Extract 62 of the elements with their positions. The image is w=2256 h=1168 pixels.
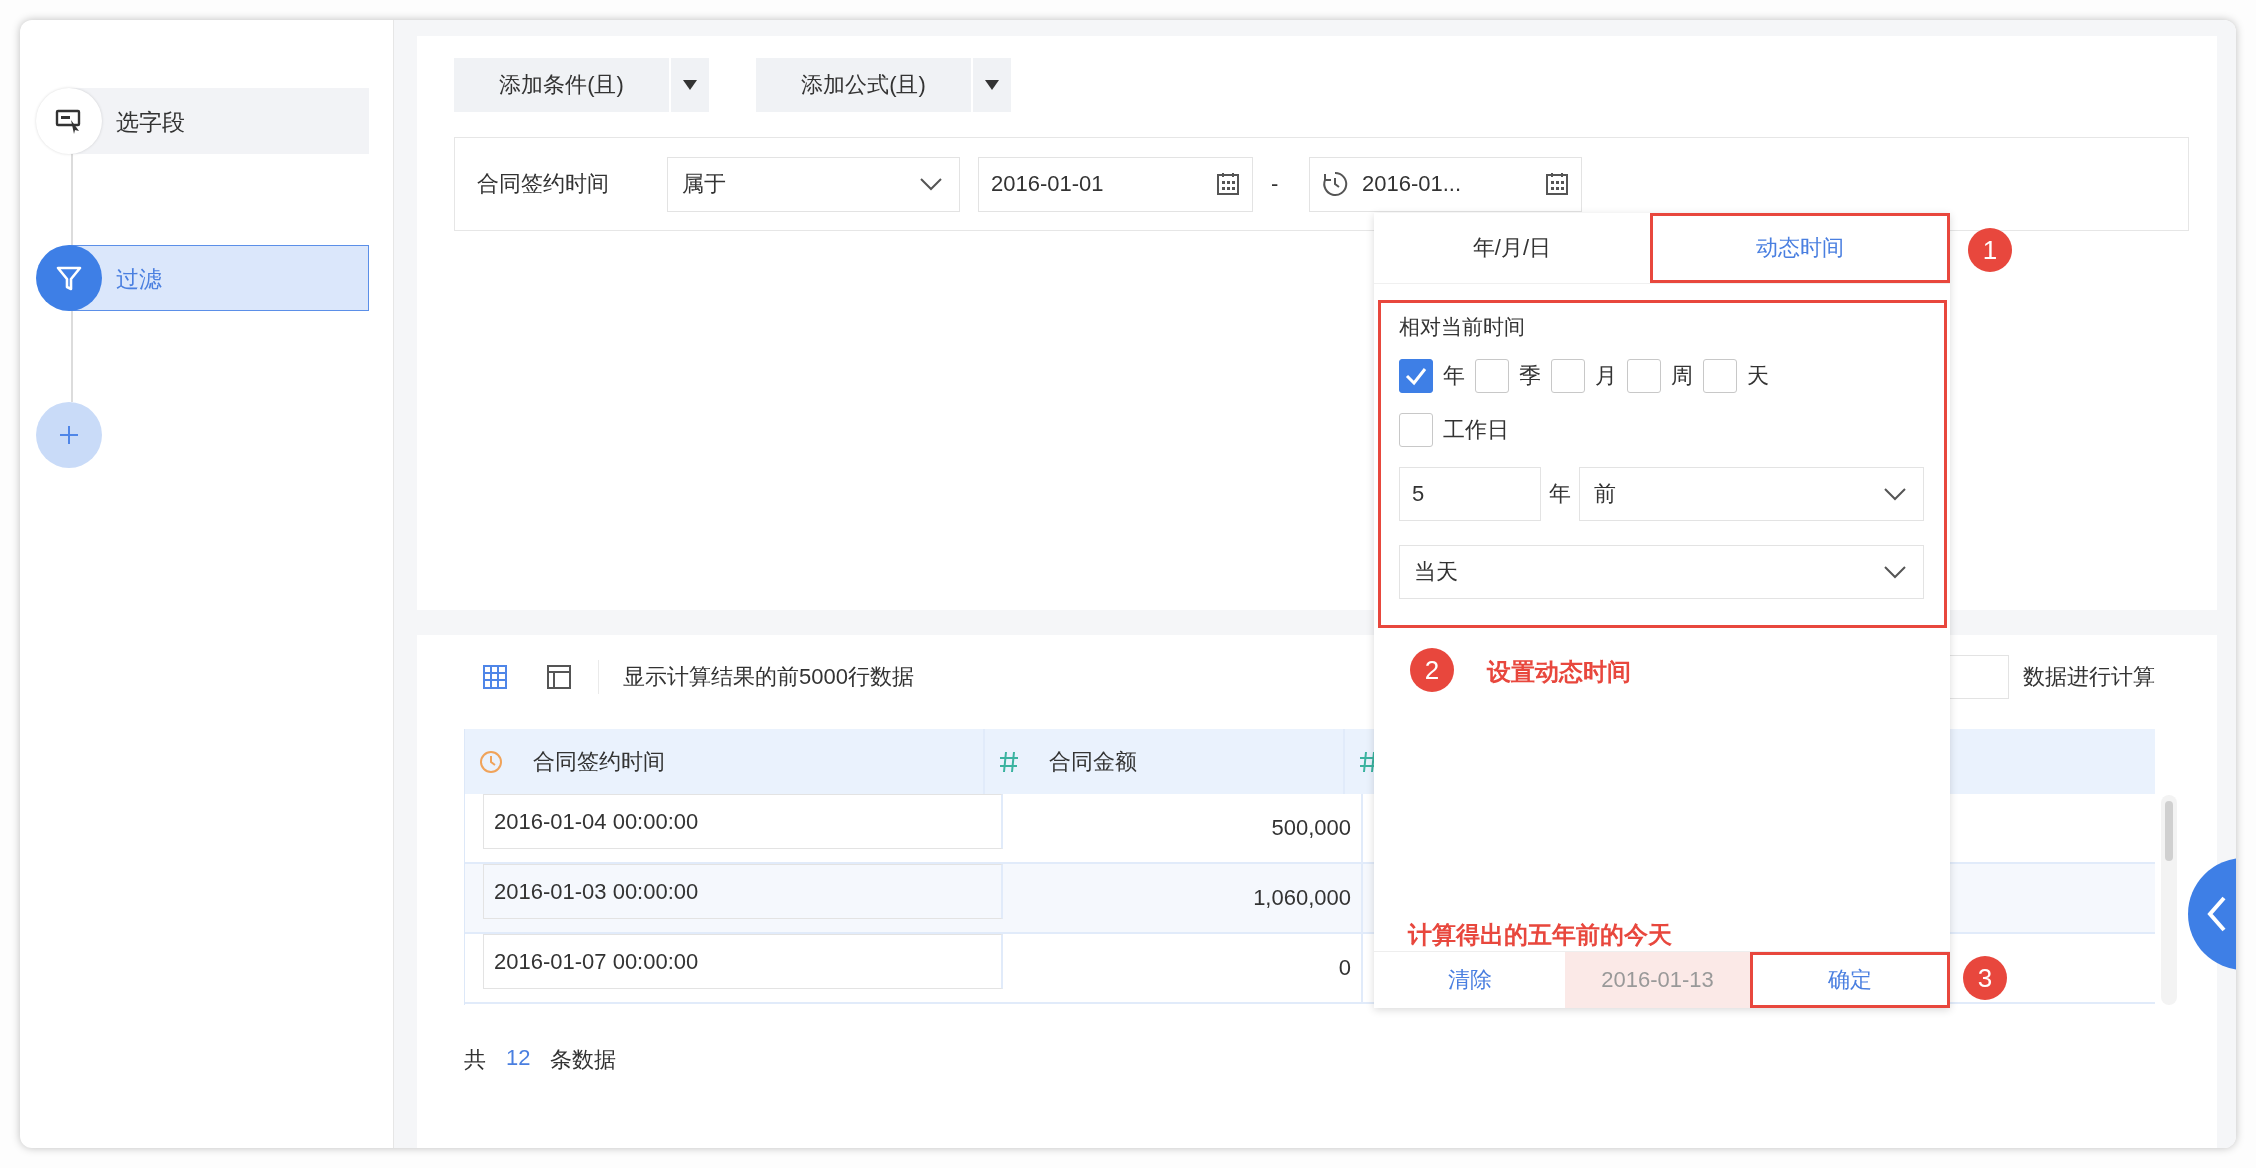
table-cell: 2016-01-03 00:00:00: [494, 878, 699, 905]
clock-icon: [479, 749, 503, 774]
plus-icon: [57, 423, 81, 447]
calendar-icon: [1545, 172, 1569, 196]
total-count: 12: [506, 1045, 531, 1072]
dropdown-button[interactable]: [973, 58, 1011, 112]
chevron-icon: [1883, 487, 1907, 501]
date-field[interactable]: 2016-01-01: [978, 156, 1253, 212]
chevron-icon: [919, 177, 943, 191]
total-label: 共: [464, 1046, 486, 1074]
clock-icon: [1322, 171, 1348, 197]
checkbox[interactable]: [1399, 413, 1433, 447]
annotation-note: 计算得出的五年前的今天: [1408, 920, 1672, 950]
checkbox-label: 季: [1519, 362, 1541, 390]
checkbox[interactable]: [1475, 359, 1509, 393]
column-header[interactable]: 合同金额: [985, 729, 1345, 794]
checkbox-label: 月: [1595, 362, 1617, 390]
range-separator: -: [1271, 171, 1280, 197]
anchor-select[interactable]: 当天: [1399, 545, 1924, 599]
checkbox-label: 工作日: [1443, 416, 1509, 444]
add-button[interactable]: 添加条件(且): [454, 58, 669, 112]
calendar-icon: [1216, 172, 1240, 196]
checkbox[interactable]: [1399, 359, 1433, 393]
caret-icon: [683, 80, 697, 90]
offset-input[interactable]: 5: [1399, 467, 1541, 521]
check-icon: [1404, 366, 1428, 386]
result-date: 2016-01-13: [1565, 952, 1750, 1008]
add-button[interactable]: 添加公式(且): [756, 58, 971, 112]
total-label: 条数据: [550, 1046, 617, 1074]
calc-label: 数据进行计算: [2023, 663, 2155, 691]
checkbox[interactable]: [1627, 359, 1661, 393]
dropdown-button[interactable]: [671, 58, 709, 112]
checkbox-label: 天: [1747, 362, 1769, 390]
hash-icon: [999, 750, 1019, 773]
checkbox[interactable]: [1703, 359, 1737, 393]
table-cell: 2016-01-07 00:00:00: [494, 948, 699, 975]
date-field[interactable]: 2016-01...: [1309, 156, 1582, 212]
caret-icon: [985, 80, 999, 90]
confirm-button[interactable]: 确定: [1750, 952, 1950, 1008]
checkbox[interactable]: [1551, 359, 1585, 393]
operator-select[interactable]: 属于: [667, 156, 960, 212]
column-header[interactable]: 合同签约时间: [465, 729, 985, 794]
clear-button[interactable]: 清除: [1374, 952, 1565, 1008]
scrollbar[interactable]: [2161, 795, 2177, 1005]
unit-label: 年: [1549, 480, 1571, 508]
table-cell: 0: [1338, 955, 1351, 981]
direction-select[interactable]: 前: [1579, 467, 1924, 521]
table-cell: 1,060,000: [1253, 885, 1351, 911]
table-cell: 500,000: [1271, 815, 1351, 841]
section-title: 相对当前时间: [1399, 314, 1526, 340]
layout-icon[interactable]: [546, 664, 572, 690]
table-cell: 2016-01-04 00:00:00: [494, 808, 699, 835]
preview-info: 显示计算结果的前5000行数据: [623, 663, 914, 691]
table-view-icon[interactable]: [482, 664, 508, 690]
annotation-note: 设置动态时间: [1487, 657, 1631, 687]
field-label: 合同签约时间: [477, 170, 610, 198]
checkbox-label: 年: [1443, 362, 1465, 390]
popup-tab[interactable]: 年/月/日: [1374, 213, 1650, 283]
field-select-icon: [55, 107, 83, 135]
checkbox-label: 周: [1671, 362, 1693, 390]
popup-tab[interactable]: 动态时间: [1649, 213, 1950, 283]
chevron-icon: [1883, 565, 1907, 579]
